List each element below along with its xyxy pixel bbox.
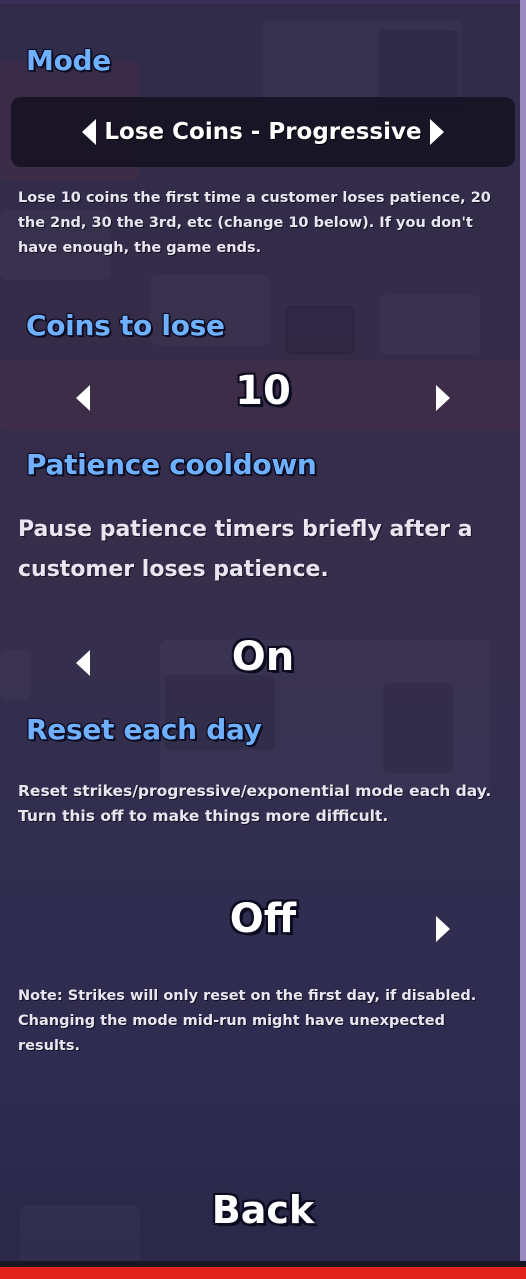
patience-cooldown-heading: Patience cooldown — [26, 448, 317, 481]
mode-heading: Mode — [26, 44, 111, 77]
patience-cooldown-description: Pause patience timers briefly after a cu… — [18, 517, 473, 582]
mode-description: Lose 10 coins the first time a customer … — [18, 190, 491, 256]
mode-value: Lose Coins - Progressive — [104, 119, 422, 145]
reset-each-day-description: Reset strikes/progressive/exponential mo… — [18, 782, 492, 825]
back-button[interactable]: Back — [0, 1188, 526, 1232]
coins-increase-arrow-icon[interactable] — [436, 385, 450, 411]
reset-each-day-next-arrow-icon[interactable] — [436, 916, 450, 942]
mode-selector[interactable]: Lose Coins - Progressive — [11, 97, 515, 167]
arrow-left-icon[interactable] — [82, 119, 97, 145]
patience-cooldown-value: On — [231, 634, 295, 680]
coins-to-lose-heading: Coins to lose — [26, 309, 225, 342]
bottom-bar — [0, 1267, 526, 1279]
note-text: Note: Strikes will only reset on the fir… — [18, 988, 477, 1054]
settings-panel: Mode Lose Coins - Progressive Lose 10 co… — [0, 0, 526, 1279]
reset-each-day-heading: Reset each day — [26, 713, 262, 746]
arrow-right-icon[interactable] — [429, 119, 444, 145]
